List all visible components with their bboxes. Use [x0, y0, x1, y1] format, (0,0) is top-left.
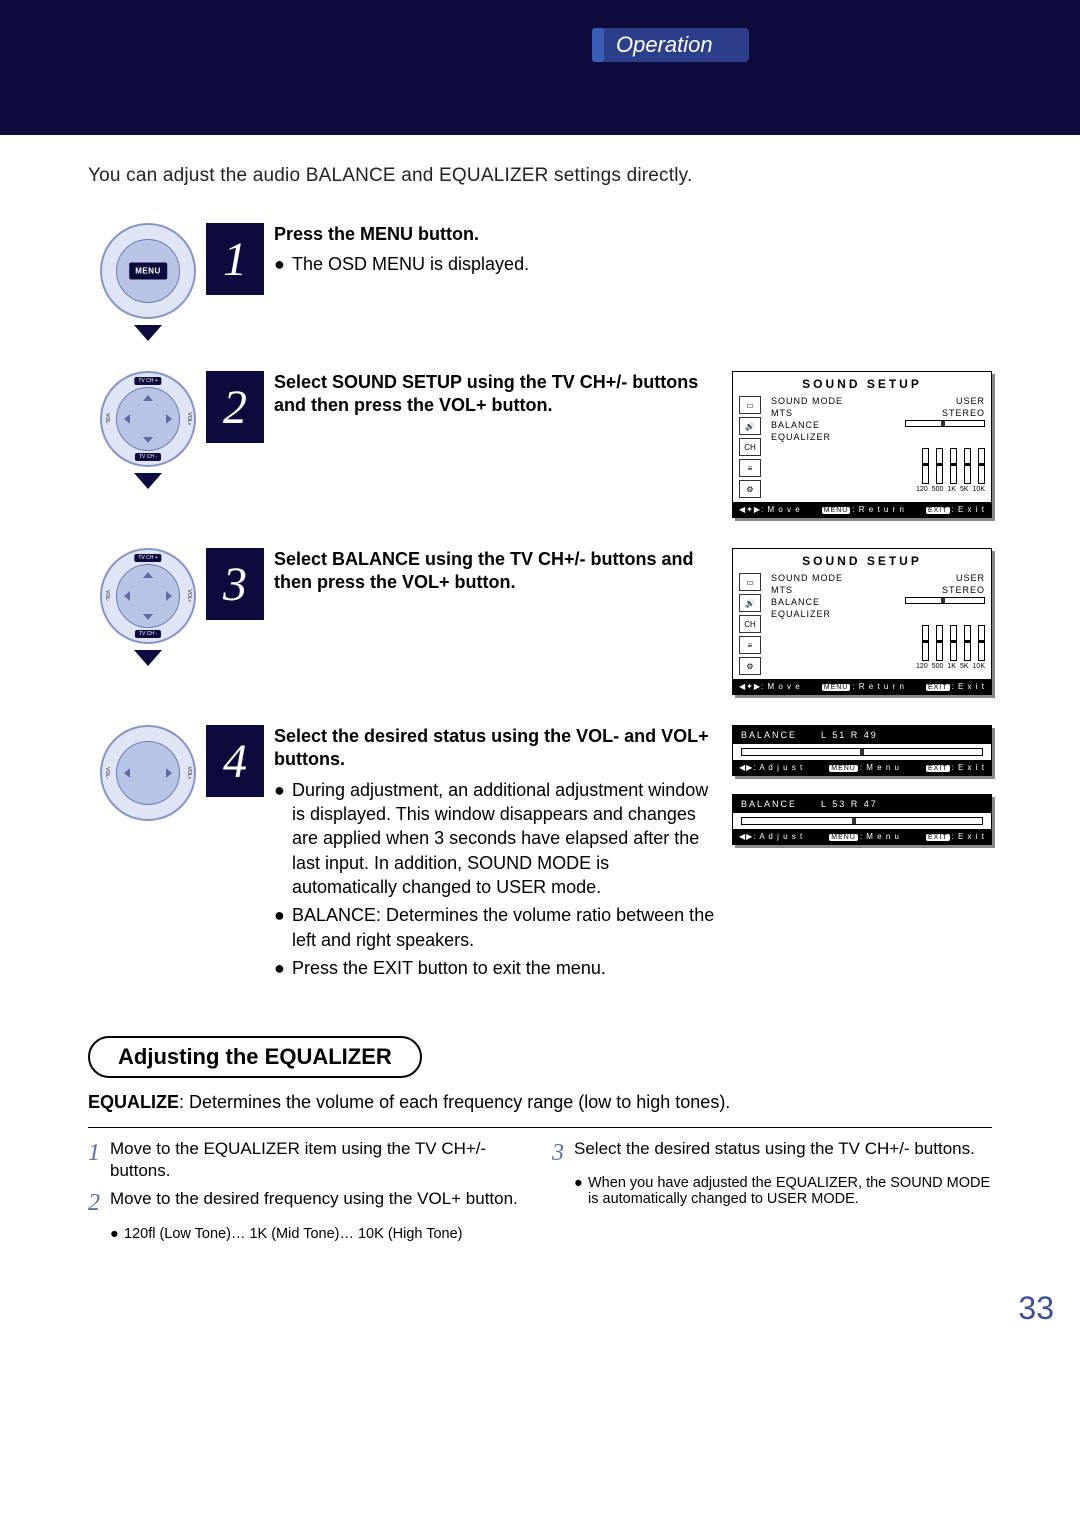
vol-plus-icon: VOL+: [186, 590, 192, 603]
vol-minus-icon: VOL-: [104, 413, 110, 425]
step-bullet: ●Press the EXIT button to exit the menu.: [274, 956, 718, 980]
eq-step: 2Move to the desired frequency using the…: [88, 1188, 528, 1219]
ch-minus-icon: TV CH -: [135, 630, 161, 638]
tv-icon: ▭: [739, 573, 761, 591]
tv-icon: ▭: [739, 396, 761, 414]
list-icon: ≡: [739, 636, 761, 654]
osd-footer: ◀✦▶: M o v e MENU: R e t u r n EXIT: E x…: [733, 502, 991, 517]
step-number: 1: [206, 223, 264, 295]
step-title: Press the MENU button.: [274, 223, 718, 246]
section-heading: Adjusting the EQUALIZER: [88, 1036, 422, 1078]
osd-sound-setup: SOUND SETUP ▭ 🔊 CH ≡ ⚙ SOUND MODEUSER MT…: [732, 371, 992, 518]
osd-title: SOUND SETUP: [733, 372, 991, 396]
arrow-down-icon: [134, 473, 162, 489]
step-3: TV CH + TV CH - VOL- VOL+ 3 Select BALAN…: [88, 548, 992, 695]
step-title: Select SOUND SETUP using the TV CH+/- bu…: [274, 371, 718, 418]
osd-footer: ◀▶: A d j u s t MENU: M e n u EXIT: E x …: [733, 760, 991, 775]
arrow-down-icon: [134, 650, 162, 666]
page-header: Operation: [0, 0, 1080, 135]
vol-minus-icon: VOL-: [104, 590, 110, 602]
step-bullet: ●The OSD MENU is displayed.: [274, 252, 718, 276]
ch-minus-icon: TV CH -: [135, 453, 161, 461]
step-2: TV CH + TV CH - VOL- VOL+ 2 Select SOUND…: [88, 371, 992, 518]
remote-ch-vol: TV CH + TV CH - VOL- VOL+: [100, 371, 196, 467]
step-1: MENU 1 Press the MENU button. ●The OSD M…: [88, 223, 992, 341]
step-number: 3: [206, 548, 264, 620]
step-title: Select BALANCE using the TV CH+/- button…: [274, 548, 718, 595]
vol-minus-icon: VOL-: [104, 767, 110, 779]
list-icon: ≡: [739, 459, 761, 477]
osd-footer: ◀▶: A d j u s t MENU: M e n u EXIT: E x …: [733, 829, 991, 844]
step-bullet: ●During adjustment, an additional adjust…: [274, 778, 718, 899]
remote-menu: MENU: [100, 223, 196, 319]
arrow-down-icon: [134, 325, 162, 341]
ch-icon: CH: [739, 615, 761, 633]
eq-sub: ●When you have adjusted the EQUALIZER, t…: [574, 1175, 992, 1207]
section-tab: Operation: [598, 28, 749, 62]
step-number: 2: [206, 371, 264, 443]
osd-title: SOUND SETUP: [733, 549, 991, 573]
osd-balance-a: BALANCEL 51 R 49 ◀▶: A d j u s t MENU: M…: [732, 725, 992, 776]
gear-icon: ⚙: [739, 480, 761, 498]
eq-step: 3Select the desired status using the TV …: [552, 1138, 992, 1169]
vol-plus-icon: VOL+: [186, 413, 192, 426]
ch-icon: CH: [739, 438, 761, 456]
eq-steps: 1Move to the EQUALIZER item using the TV…: [88, 1127, 992, 1241]
speaker-icon: 🔊: [739, 417, 761, 435]
speaker-icon: 🔊: [739, 594, 761, 612]
step-4: VOL- VOL+ 4 Select the desired status us…: [88, 725, 992, 984]
osd-sound-setup: SOUND SETUP ▭ 🔊 CH ≡ ⚙ SOUND MODEUSER MT…: [732, 548, 992, 695]
step-number: 4: [206, 725, 264, 797]
step-bullet: ●BALANCE: Determines the volume ratio be…: [274, 903, 718, 952]
eq-step: 1Move to the EQUALIZER item using the TV…: [88, 1138, 528, 1182]
osd-footer: ◀✦▶: M o v e MENU: R e t u r n EXIT: E x…: [733, 679, 991, 694]
eq-sub: ●120fl (Low Tone)… 1K (Mid Tone)… 10K (H…: [110, 1226, 528, 1242]
eq-description: EQUALIZE: Determines the volume of each …: [88, 1092, 992, 1113]
remote-vol: VOL- VOL+: [100, 725, 196, 821]
vol-plus-icon: VOL+: [186, 767, 192, 780]
step-title: Select the desired status using the VOL-…: [274, 725, 718, 772]
gear-icon: ⚙: [739, 657, 761, 675]
osd-balance-b: BALANCEL 53 R 47 ◀▶: A d j u s t MENU: M…: [732, 794, 992, 845]
page-content: You can adjust the audio BALANCE and EQU…: [0, 135, 1080, 1262]
remote-ch-vol: TV CH + TV CH - VOL- VOL+: [100, 548, 196, 644]
menu-button-icon: MENU: [129, 263, 167, 280]
ch-plus-icon: TV CH +: [134, 554, 161, 562]
intro-text: You can adjust the audio BALANCE and EQU…: [88, 165, 992, 187]
page-number: 33: [0, 1290, 1054, 1327]
ch-plus-icon: TV CH +: [134, 377, 161, 385]
